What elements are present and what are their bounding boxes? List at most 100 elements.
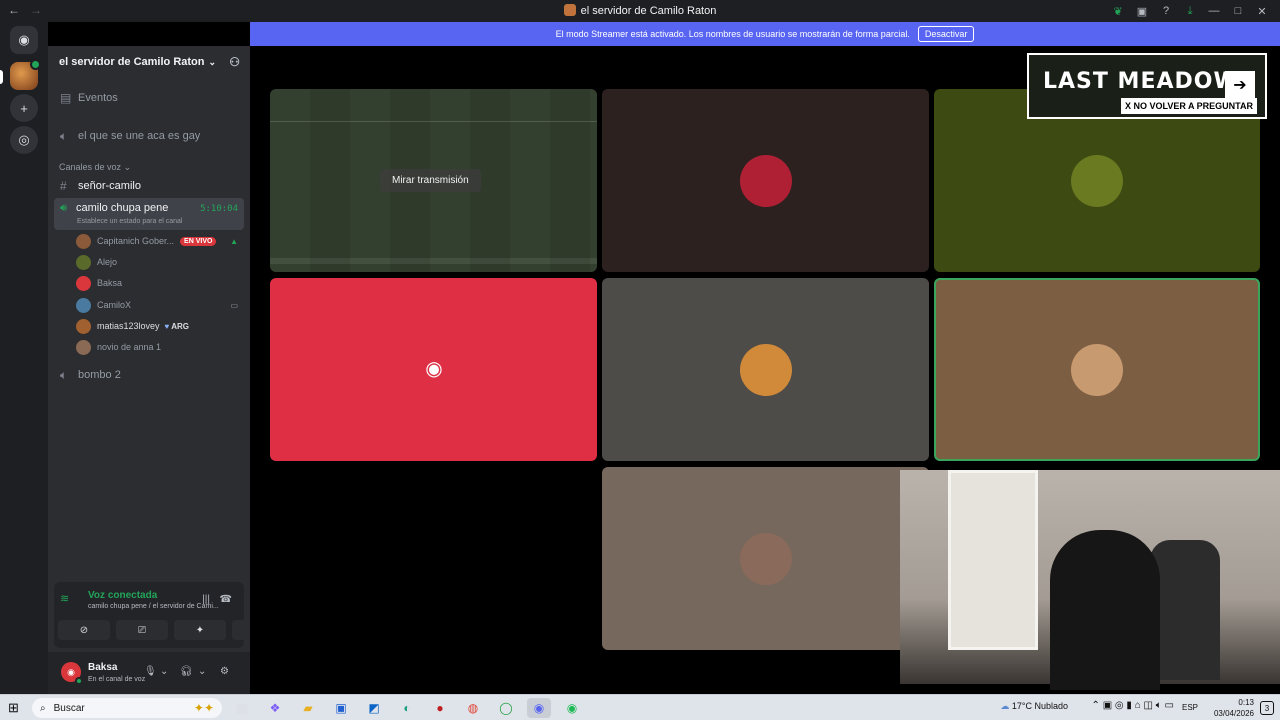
tray-icons[interactable]: ⌃ ▣ ◎ ▮ ⌂ ◫ 🔈︎ ▭ — [1092, 700, 1174, 711]
scoreboard-bar — [270, 258, 597, 264]
member-item[interactable]: Baksa — [76, 274, 242, 292]
clock[interactable]: 0:13 03/04/2026 — [1214, 697, 1254, 719]
participant-tile[interactable] — [602, 467, 929, 650]
member-item[interactable]: Capitanich Gober... EN VIVO ▲ — [76, 232, 242, 250]
active-voice-channel[interactable]: 🔊︎ camilo chupa pene 5:10:04 Establece u… — [54, 198, 244, 230]
person — [1050, 530, 1160, 690]
channel-sidebar: el servidor de Camilo Raton ⌄ ⚇ ▤ Evento… — [48, 46, 282, 694]
invite-people-icon[interactable]: ⚇ — [229, 55, 240, 69]
server-header[interactable]: el servidor de Camilo Raton ⌄ ⚇ — [48, 46, 250, 78]
discord-logo-icon: ◉ — [425, 358, 443, 380]
headphones-icon[interactable]: 🎧︎ — [180, 666, 193, 677]
chrome-icon[interactable]: ◍ — [461, 698, 485, 718]
language-indicator[interactable]: ESP — [1182, 703, 1198, 712]
sparkle-icon: ✦✦ — [193, 701, 214, 715]
nitro-icon[interactable]: ❦ — [1106, 2, 1130, 20]
settings-gear-icon[interactable]: ⚙ — [220, 666, 229, 677]
avatar — [1071, 154, 1123, 207]
avatar — [76, 254, 91, 270]
app-icon[interactable]: ● — [428, 698, 452, 718]
hash-icon: # — [60, 179, 67, 193]
avatar — [739, 343, 792, 396]
deactivate-button[interactable]: Desactivar — [917, 26, 975, 42]
download-icon[interactable]: ⤓ — [1178, 2, 1202, 20]
channel-status[interactable]: Establece un estado para el canal — [77, 218, 182, 225]
server-avatar[interactable] — [10, 59, 41, 90]
camera-off-button[interactable]: ⊘ — [58, 620, 110, 640]
voice-status: Voz conectada — [88, 590, 158, 601]
member-item[interactable]: CamiloX ▭ — [76, 296, 242, 314]
pitch-line — [270, 121, 597, 122]
avatar — [76, 339, 91, 355]
screen-share-button[interactable]: ⎚ — [116, 620, 168, 640]
server-name: el servidor de Camilo Raton — [59, 56, 205, 68]
cloud-icon: ☁ — [1000, 701, 1010, 711]
voice-location[interactable]: camilo chupa pene / el servidor de Cami.… — [88, 603, 219, 610]
copilot-icon[interactable]: ❖ — [263, 698, 287, 718]
explore-icon[interactable]: ◎ — [10, 126, 38, 154]
member-item[interactable]: novio de anna 1 — [76, 338, 242, 356]
task-view-icon[interactable]: ▥ — [230, 698, 254, 718]
stream-tile[interactable]: Mirar transmisión — [270, 89, 597, 272]
edge-icon[interactable]: ◐ — [395, 698, 419, 718]
calendar-icon: ▤ — [60, 91, 72, 105]
outlook-icon[interactable]: ◩ — [362, 698, 386, 718]
taskbar-apps: ▥ ❖ ▰ ▣ ◩ ◐ ● ◍ ◯ ◉ ◉ — [230, 698, 584, 718]
selected-pill — [0, 70, 3, 84]
inbox-icon[interactable]: ▣ — [1130, 2, 1154, 20]
windows-taskbar: ⊞ ⌕ Buscar ✦✦ ▥ ❖ ▰ ▣ ◩ ◐ ● ◍ ◯ ◉ ◉ ☁ 17… — [0, 694, 1280, 720]
camera-icon: ▭ — [230, 300, 238, 310]
whatsapp-icon[interactable]: ◯ — [494, 698, 518, 718]
username[interactable]: Baksa — [88, 662, 117, 673]
weather-widget[interactable]: ☁ 17°C Nublado — [1000, 701, 1068, 712]
voice-channel-top[interactable]: 🔈︎ el que se une aca es gay — [54, 126, 244, 146]
help-icon[interactable]: ? — [1154, 2, 1178, 20]
discord-home-icon[interactable]: ◉ — [10, 26, 38, 54]
close-button[interactable]: ✕ — [1250, 2, 1274, 20]
voice-channel-bombo[interactable]: 🔈︎ bombo 2 — [54, 365, 244, 385]
speaker-icon: 🔈︎ — [60, 128, 68, 143]
spotify-icon[interactable]: ◉ — [560, 698, 584, 718]
notifications-icon[interactable]: 3 — [1260, 701, 1274, 715]
signal-icon[interactable]: ≋ — [60, 592, 69, 605]
noise-suppression-icon[interactable]: ||| — [202, 594, 210, 605]
ad-dismiss-button[interactable]: X NO VOLVER A PREGUNTAR — [1121, 98, 1258, 114]
server-icon — [563, 4, 576, 16]
participant-tile[interactable] — [602, 89, 929, 272]
activities-button[interactable]: ✦ — [174, 620, 226, 640]
member-item[interactable]: matias123lovey ♥ ARG — [76, 317, 242, 335]
participant-tile-speaking[interactable] — [934, 278, 1260, 461]
chevron-down-icon[interactable]: ⌄ — [198, 666, 206, 677]
voice-connected-panel: ≋ Voz conectada camilo chupa pene / el s… — [54, 582, 282, 648]
voice-category[interactable]: Canales de voz ⌄ — [59, 162, 131, 173]
online-status-icon — [75, 677, 83, 685]
ad-logo: LAST MEADOW — [1043, 69, 1239, 94]
chevron-down-icon: ⌄ — [208, 56, 217, 67]
participant-tile[interactable] — [602, 278, 929, 461]
store-icon[interactable]: ▣ — [329, 698, 353, 718]
banner-text: El modo Streamer está activado. Los nomb… — [555, 29, 910, 39]
events-item[interactable]: ▤ Eventos — [54, 88, 244, 108]
avatar — [1071, 343, 1123, 396]
avatar — [76, 318, 91, 334]
maximize-button[interactable]: □ — [1226, 2, 1250, 20]
chevron-down-icon: ⌄ — [123, 162, 132, 172]
file-explorer-icon[interactable]: ▰ — [296, 698, 320, 718]
arrow-right-icon[interactable]: ➔ — [1225, 71, 1255, 99]
windows-start-icon[interactable]: ⊞ — [8, 700, 19, 716]
microphone-icon[interactable]: 🎙︎ — [144, 666, 157, 677]
minimize-button[interactable]: — — [1202, 2, 1226, 20]
voice-stage: Mirar transmisión ◉ LAST MEADOW ➔ X NO V… — [250, 46, 1280, 694]
add-server-icon[interactable]: + — [10, 94, 38, 122]
member-item[interactable]: Alejo — [76, 253, 242, 271]
disconnect-icon[interactable]: ☎ — [220, 594, 232, 605]
text-channel-senor-camilo[interactable]: # señor-camilo — [54, 176, 244, 196]
speaker-icon: 🔈︎ — [60, 367, 68, 382]
search-box[interactable]: ⌕ Buscar ✦✦ — [32, 698, 222, 718]
search-icon: ⌕ — [40, 702, 46, 714]
avatar — [76, 233, 91, 249]
watch-stream-button[interactable]: Mirar transmisión — [380, 169, 481, 192]
discord-taskbar-icon[interactable]: ◉ — [527, 698, 551, 718]
chevron-down-icon[interactable]: ⌄ — [160, 666, 168, 677]
participant-tile[interactable]: ◉ — [270, 278, 597, 461]
